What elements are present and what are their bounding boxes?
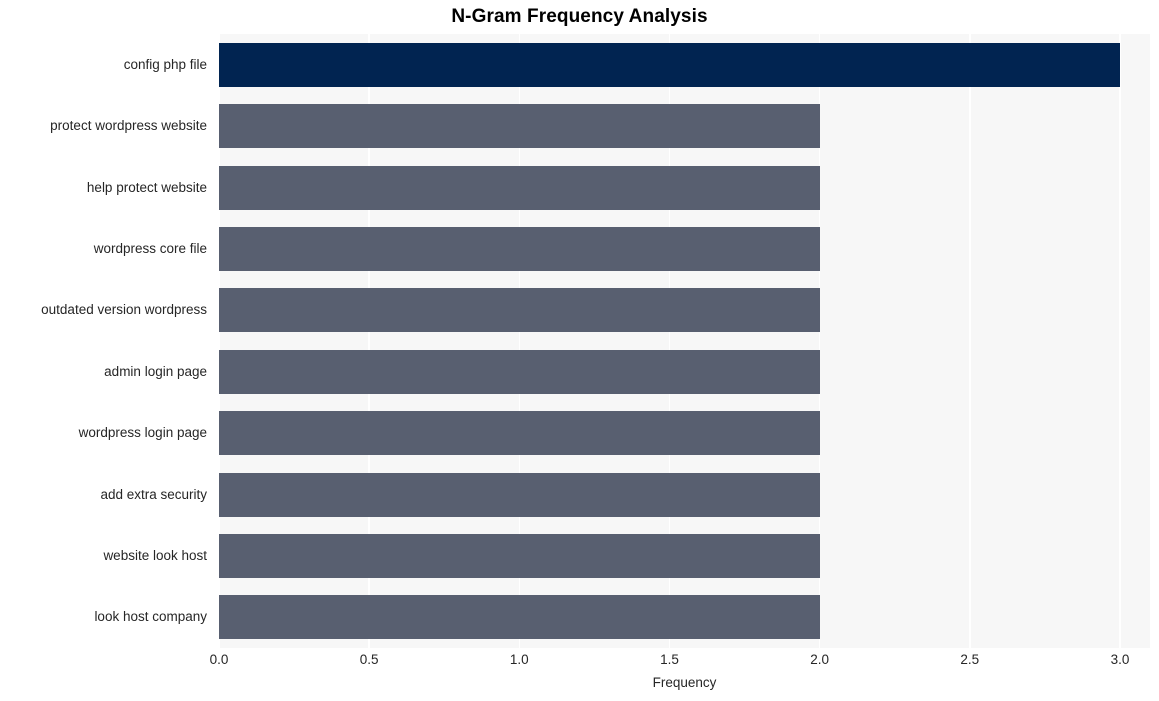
y-axis-tick-label: wordpress login page — [78, 425, 207, 441]
bar — [219, 533, 820, 578]
y-axis-tick-label: config php file — [123, 56, 207, 72]
bar — [219, 165, 820, 210]
y-axis-tick-label: protect wordpress website — [50, 118, 207, 134]
bar — [219, 411, 820, 456]
bar — [219, 226, 820, 271]
x-axis-tick-label: 2.5 — [960, 652, 980, 667]
bar — [219, 472, 820, 517]
y-axis-tick-label: outdated version wordpress — [41, 302, 207, 318]
x-axis-tick-label: 0.0 — [209, 652, 229, 667]
bar-series — [219, 34, 1150, 648]
bar — [219, 349, 820, 394]
y-axis-tick-label: add extra security — [100, 486, 207, 502]
plot-area — [218, 34, 1150, 648]
x-axis-tick-label: 0.5 — [359, 652, 379, 667]
bar — [219, 104, 820, 149]
y-axis-tick-label: admin login page — [104, 363, 207, 379]
x-axis-tick-labels: 0.0 0.5 1.0 1.5 2.0 2.5 3.0 — [0, 652, 1159, 672]
y-axis-tick-label: help protect website — [86, 179, 207, 195]
y-axis-tick-labels: config php file protect wordpress website… — [0, 34, 213, 648]
chart-title: N-Gram Frequency Analysis — [451, 6, 708, 27]
y-axis-tick-label: look host company — [94, 609, 207, 625]
x-axis-tick-label: 1.0 — [509, 652, 529, 667]
x-axis-title: Frequency — [652, 675, 717, 690]
y-axis-tick-label: wordpress core file — [93, 240, 207, 256]
bar — [219, 42, 1120, 87]
x-axis-tick-label: 3.0 — [1110, 652, 1130, 667]
bar — [219, 595, 820, 640]
x-axis-tick-label: 1.5 — [660, 652, 679, 667]
x-axis-tick-label: 2.0 — [810, 652, 830, 667]
y-axis-tick-label: website look host — [103, 547, 207, 563]
bar — [219, 288, 820, 333]
